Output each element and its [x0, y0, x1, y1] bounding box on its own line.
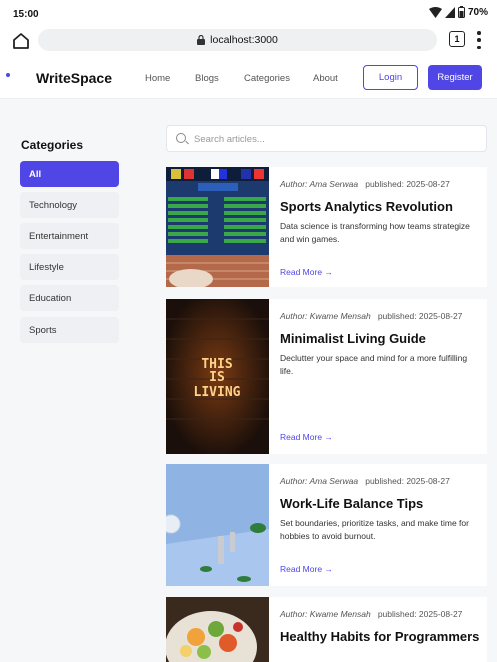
- browser-menu-icon[interactable]: [476, 31, 482, 49]
- status-bar: 15:00 70%: [0, 0, 497, 26]
- address-bar[interactable]: localhost:3000: [38, 29, 437, 51]
- salad-image: [166, 597, 269, 662]
- category-all[interactable]: All: [20, 161, 119, 187]
- search-input[interactable]: [194, 131, 474, 147]
- read-more-link[interactable]: Read More →: [280, 564, 333, 574]
- categories-heading: Categories: [21, 138, 84, 152]
- post-date: published: 2025-08-27: [365, 179, 450, 189]
- post-author: Author: Kwame Mensah: [280, 311, 371, 321]
- decor-dot: [6, 73, 10, 77]
- home-icon[interactable]: [11, 31, 31, 51]
- post-meta: Author: Kwame Mensah published: 2025-08-…: [280, 311, 462, 321]
- clock: 15:00: [13, 9, 39, 20]
- register-button[interactable]: Register: [428, 65, 482, 90]
- post-author: Author: Kwame Mensah: [280, 609, 371, 619]
- svg-text:IS: IS: [209, 370, 225, 385]
- svg-text:LIVING: LIVING: [194, 385, 241, 400]
- post-card[interactable]: THIS IS LIVING Author: Kwame Mensah publ…: [166, 299, 487, 454]
- signal-icon: [444, 6, 455, 18]
- read-more-link[interactable]: Read More →: [280, 267, 333, 277]
- neon-sign-image: THIS IS LIVING: [166, 299, 269, 454]
- category-technology[interactable]: Technology: [20, 192, 119, 218]
- post-meta: Author: Ama Serwaa published: 2025-08-27: [280, 179, 450, 189]
- post-title[interactable]: Sports Analytics Revolution: [280, 197, 480, 216]
- wifi-icon: [428, 6, 442, 18]
- post-author: Author: Ama Serwaa: [280, 179, 359, 189]
- post-excerpt: Data science is transforming how teams s…: [280, 221, 470, 244]
- nav-blogs[interactable]: Blogs: [195, 73, 219, 84]
- post-date: published: 2025-08-27: [377, 311, 463, 321]
- read-more-link[interactable]: Read More →: [280, 432, 333, 442]
- post-meta: Author: Ama Serwaa published: 2025-08-27: [280, 476, 450, 486]
- category-education[interactable]: Education: [20, 285, 119, 311]
- category-lifestyle[interactable]: Lifestyle: [20, 254, 119, 280]
- search-box: [166, 125, 487, 152]
- category-sports[interactable]: Sports: [20, 317, 119, 343]
- post-author: Author: Ama Serwaa: [280, 476, 359, 486]
- nav-about[interactable]: About: [313, 73, 338, 84]
- post-card[interactable]: Author: Ama Serwaa published: 2025-08-27…: [166, 464, 487, 586]
- post-card[interactable]: Author: Ama Serwaa published: 2025-08-27…: [166, 167, 487, 287]
- stats-board-image: [166, 167, 269, 287]
- url-text: localhost:3000: [210, 34, 278, 46]
- nav-home[interactable]: Home: [145, 73, 170, 84]
- status-icons: 70%: [428, 6, 488, 18]
- post-card[interactable]: Author: Kwame Mensah published: 2025-08-…: [166, 597, 487, 662]
- battery-level: 70%: [467, 6, 488, 18]
- nav-categories[interactable]: Categories: [244, 73, 290, 84]
- browser-toolbar: localhost:3000 1: [0, 26, 497, 56]
- post-meta: Author: Kwame Mensah published: 2025-08-…: [280, 609, 462, 619]
- category-entertainment[interactable]: Entertainment: [20, 223, 119, 249]
- post-title[interactable]: Healthy Habits for Programmers: [280, 627, 480, 646]
- post-date: published: 2025-08-27: [377, 609, 463, 619]
- post-excerpt: Declutter your space and mind for a more…: [280, 353, 468, 376]
- site-logo[interactable]: WriteSpace: [36, 70, 112, 86]
- battery-icon: [457, 6, 465, 18]
- post-title[interactable]: Minimalist Living Guide: [280, 329, 480, 348]
- desk-image: [166, 464, 269, 586]
- post-excerpt: Set boundaries, prioritize tasks, and ma…: [280, 518, 469, 541]
- post-title[interactable]: Work-Life Balance Tips: [280, 494, 480, 513]
- site-header: WriteSpace Home Blogs Categories About L…: [0, 56, 497, 99]
- tab-switcher-icon[interactable]: 1: [449, 31, 465, 47]
- lock-icon: [197, 35, 206, 45]
- search-icon: [176, 133, 186, 143]
- post-date: published: 2025-08-27: [365, 476, 450, 486]
- login-button[interactable]: Login: [363, 65, 418, 90]
